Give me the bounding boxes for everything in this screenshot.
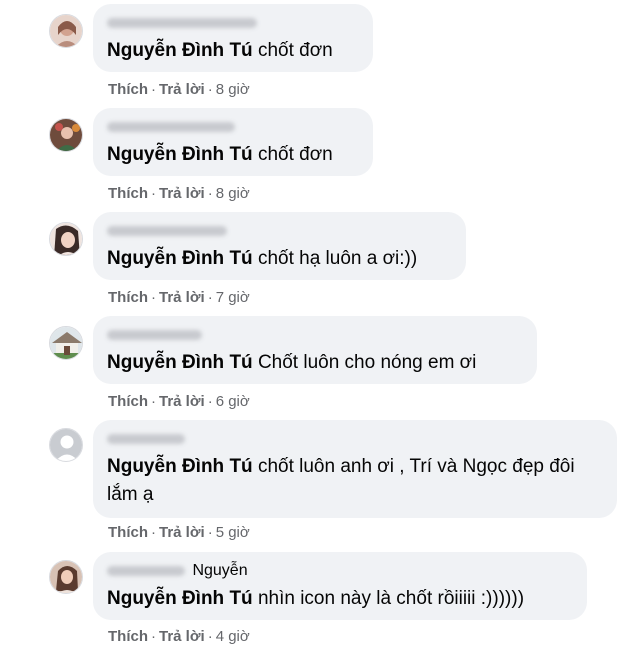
comment-text: Nguyễn Đình Tú chốt hạ luôn a ơi:)) xyxy=(107,245,452,273)
comment-body: nhìn icon này là chốt rồiiiii :)))))) xyxy=(257,588,525,609)
comment-text: Nguyễn Đình Tú Chốt luôn cho nóng em ơi xyxy=(107,349,523,377)
comment-text: Nguyễn Đình Tú nhìn icon này là chốt rồi… xyxy=(107,585,573,613)
avatar[interactable] xyxy=(49,14,83,48)
avatar[interactable] xyxy=(49,428,83,462)
like-button[interactable]: Thích xyxy=(108,524,148,541)
comment-actions: Thích · Trả lời · 4 giờ xyxy=(108,628,250,645)
comment-actions: Thích · Trả lời · 6 giờ xyxy=(108,393,250,410)
author-name-visible[interactable]: Nguyễn xyxy=(192,561,247,581)
comment-actions: Thích · Trả lời · 8 giờ xyxy=(108,185,250,202)
avatar[interactable] xyxy=(49,118,83,152)
comment-actions: Thích · Trả lời · 8 giờ xyxy=(108,81,250,98)
mention-link[interactable]: Nguyễn Đình Tú xyxy=(107,588,253,609)
comment-bubble: Nguyễn Đình Tú Chốt luôn cho nóng em ơi xyxy=(93,316,537,384)
blurred-author-name xyxy=(107,434,185,444)
mention-link[interactable]: Nguyễn Đình Tú xyxy=(107,248,253,269)
comment-bubble: Nguyễn Đình Tú chốt luôn anh ơi , Trí và… xyxy=(93,420,617,518)
comment-author[interactable]: Nguyễn xyxy=(107,561,573,581)
reply-button[interactable]: Trả lời xyxy=(159,524,205,541)
comment-author[interactable] xyxy=(107,429,603,449)
comment-time[interactable]: 6 giờ xyxy=(216,393,250,410)
comment-author[interactable] xyxy=(107,325,523,345)
mention-link[interactable]: Nguyễn Đình Tú xyxy=(107,456,253,477)
reply-button[interactable]: Trả lời xyxy=(159,628,205,645)
reply-button[interactable]: Trả lời xyxy=(159,81,205,98)
blurred-author-name xyxy=(107,566,185,576)
comment-body: chốt đơn xyxy=(257,144,333,165)
comment-time[interactable]: 8 giờ xyxy=(216,185,250,202)
blurred-author-name xyxy=(107,226,227,236)
like-button[interactable]: Thích xyxy=(108,185,148,202)
avatar[interactable] xyxy=(49,560,83,594)
comment-bubble: Nguyễn Đình Tú chốt hạ luôn a ơi:)) xyxy=(93,212,466,280)
comment-text: Nguyễn Đình Tú chốt luôn anh ơi , Trí và… xyxy=(107,453,607,509)
comment-time[interactable]: 7 giờ xyxy=(216,289,250,306)
like-button[interactable]: Thích xyxy=(108,393,148,410)
comment-author[interactable] xyxy=(107,13,359,33)
comment-body: chốt hạ luôn a ơi:)) xyxy=(257,248,418,269)
comment-body: chốt đơn xyxy=(257,40,333,61)
comment-actions: Thích · Trả lời · 5 giờ xyxy=(108,524,250,541)
reply-button[interactable]: Trả lời xyxy=(159,393,205,410)
blurred-author-name xyxy=(107,330,202,340)
comment-bubble: Nguyễn Đình Tú chốt đơn xyxy=(93,4,373,72)
comment-bubble: Nguyễn Nguyễn Đình Tú nhìn icon này là c… xyxy=(93,552,587,620)
avatar[interactable] xyxy=(49,326,83,360)
comment-body: Chốt luôn cho nóng em ơi xyxy=(257,352,477,373)
comment-actions: Thích · Trả lời · 7 giờ xyxy=(108,289,250,306)
mention-link[interactable]: Nguyễn Đình Tú xyxy=(107,144,253,165)
like-button[interactable]: Thích xyxy=(108,289,148,306)
reply-button[interactable]: Trả lời xyxy=(159,289,205,306)
comment-time[interactable]: 4 giờ xyxy=(216,628,250,645)
mention-link[interactable]: Nguyễn Đình Tú xyxy=(107,352,253,373)
reply-button[interactable]: Trả lời xyxy=(159,185,205,202)
comment-bubble: Nguyễn Đình Tú chốt đơn xyxy=(93,108,373,176)
mention-link[interactable]: Nguyễn Đình Tú xyxy=(107,40,253,61)
comment-text: Nguyễn Đình Tú chốt đơn xyxy=(107,141,359,169)
comment-author[interactable] xyxy=(107,117,359,137)
comment-time[interactable]: 8 giờ xyxy=(216,81,250,98)
comment-text: Nguyễn Đình Tú chốt đơn xyxy=(107,37,359,65)
comment-time[interactable]: 5 giờ xyxy=(216,524,250,541)
comment-author[interactable] xyxy=(107,221,452,241)
like-button[interactable]: Thích xyxy=(108,81,148,98)
like-button[interactable]: Thích xyxy=(108,628,148,645)
avatar[interactable] xyxy=(49,222,83,256)
blurred-author-name xyxy=(107,18,257,28)
blurred-author-name xyxy=(107,122,235,132)
